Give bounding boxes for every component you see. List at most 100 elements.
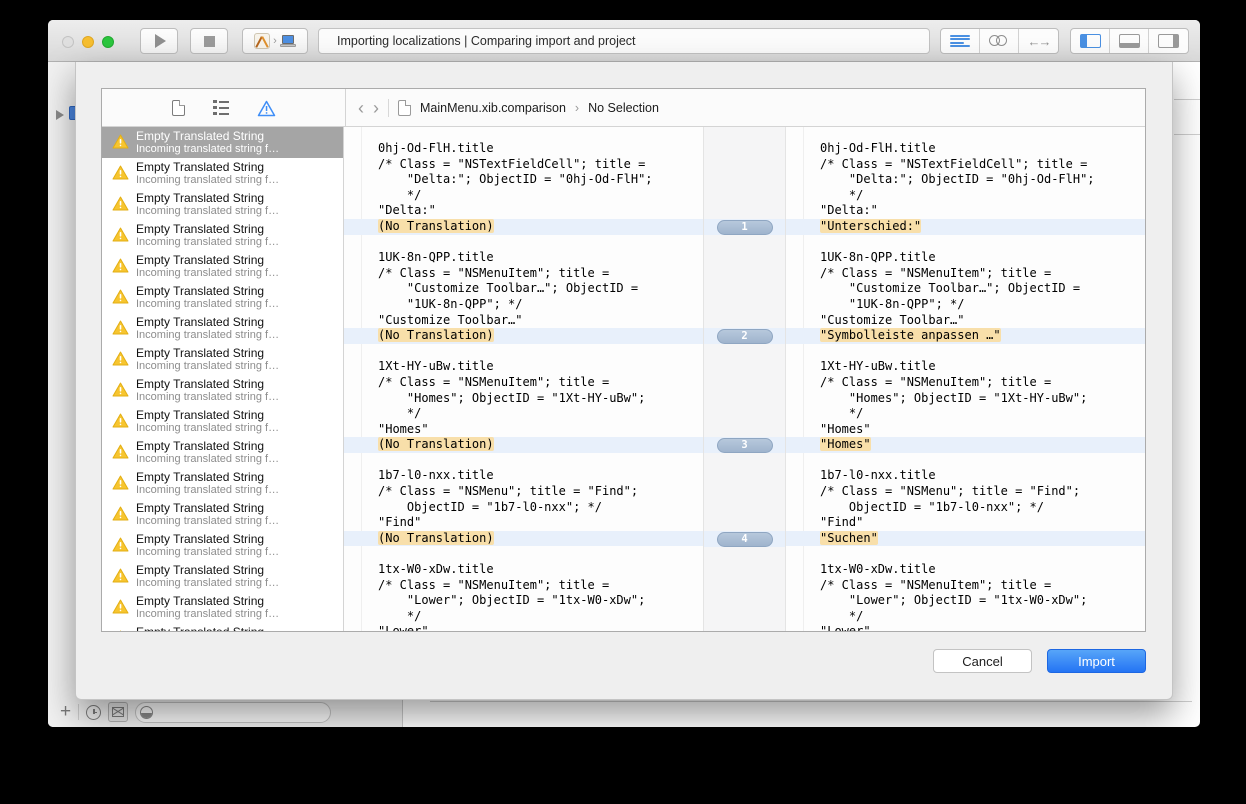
issue-list-item[interactable]: Empty Translated String Incoming transla…: [102, 282, 343, 313]
code-line-changed: (No Translation): [344, 328, 703, 344]
warning-icon: [112, 599, 129, 619]
issue-subtitle: Incoming translated string f…: [136, 453, 337, 466]
code-line: ObjectID = "1b7-l0-nxx"; */: [344, 500, 703, 516]
issue-list-item[interactable]: Empty Translated String Incoming transla…: [102, 220, 343, 251]
zoom-window-button[interactable]: [102, 36, 114, 48]
scheme-selector[interactable]: ›: [242, 28, 308, 54]
issues-list[interactable]: Empty Translated String Incoming transla…: [102, 127, 344, 631]
assistant-editor-button[interactable]: [980, 29, 1019, 53]
warning-icon: [112, 289, 129, 309]
issue-list-item[interactable]: Empty Translated String Incoming transla…: [102, 530, 343, 561]
xcode-window: › Importing localizations | Comparing im…: [48, 20, 1200, 727]
code-line: "Homes"; ObjectID = "1Xt-HY-uBw";: [344, 391, 703, 407]
diff-gutter: 1 2 3 4: [703, 127, 786, 631]
code-line: 1UK-8n-QPP.title: [344, 250, 703, 266]
issue-list-item[interactable]: Empty Translated String Incoming transla…: [102, 406, 343, 437]
code-line: "Lower": [344, 624, 703, 631]
code-line-changed: "Homes": [786, 437, 1145, 453]
issue-list-item[interactable]: Empty Translated String Incoming transla…: [102, 344, 343, 375]
code-line: */: [344, 406, 703, 422]
issue-list-item[interactable]: Empty Translated String Incoming transla…: [102, 251, 343, 282]
diff-badge[interactable]: 2: [717, 329, 773, 344]
import-button[interactable]: Import: [1047, 649, 1146, 673]
file-tab-icon: [172, 100, 185, 116]
code-line: */: [786, 406, 1145, 422]
minimize-window-button[interactable]: [82, 36, 94, 48]
jump-bar-file[interactable]: MainMenu.xib.comparison: [420, 101, 566, 115]
issue-title: Empty Translated String: [136, 160, 337, 174]
issue-list-item[interactable]: Empty Translated String Incoming transla…: [102, 127, 343, 158]
issue-title: Empty Translated String: [136, 284, 337, 298]
issue-list-item[interactable]: Empty Translated String Incoming transla…: [102, 592, 343, 623]
diff-badge[interactable]: 3: [717, 438, 773, 453]
issue-title: Empty Translated String: [136, 594, 337, 608]
warning-tab-icon: [257, 100, 275, 116]
version-editor-button[interactable]: ←→: [1019, 29, 1058, 53]
issue-title: Empty Translated String: [136, 191, 337, 205]
scope-filter-toggle[interactable]: [108, 702, 128, 722]
run-button[interactable]: [140, 28, 178, 54]
issue-subtitle: Incoming translated string f…: [136, 236, 337, 249]
issue-list-item[interactable]: Empty Translated String Incoming transla…: [102, 158, 343, 189]
stop-button[interactable]: [190, 28, 228, 54]
forward-button[interactable]: ›: [373, 99, 379, 117]
toggle-navigator-button[interactable]: [1071, 29, 1110, 53]
tab-list[interactable]: [213, 100, 230, 116]
tab-issues[interactable]: [257, 100, 275, 116]
issue-subtitle: Incoming translated string f…: [136, 484, 337, 497]
issue-list-item[interactable]: Empty Translated String Incoming transla…: [102, 561, 343, 592]
code-line: /* Class = "NSTextFieldCell"; title =: [344, 157, 703, 173]
close-window-button[interactable]: [62, 36, 74, 48]
assistant-editor-icon: [989, 35, 1009, 48]
project-pane[interactable]: 0hj-Od-FlH.title/* Class = "NSTextFieldC…: [786, 127, 1145, 631]
add-button[interactable]: +: [60, 705, 71, 719]
code-line: "Delta:"; ObjectID = "0hj-Od-FlH";: [344, 172, 703, 188]
code-line: 0hj-Od-FlH.title: [344, 141, 703, 157]
disclosure-triangle-icon[interactable]: [56, 110, 64, 120]
issue-list-item[interactable]: Empty Translated String Incoming transla…: [102, 189, 343, 220]
warning-icon: [112, 165, 129, 185]
issue-title: Empty Translated String: [136, 408, 337, 422]
issue-title: Empty Translated String: [136, 377, 337, 391]
code-line: 1b7-l0-nxx.title: [344, 468, 703, 484]
issue-subtitle: Incoming translated string f…: [136, 360, 337, 373]
cancel-button[interactable]: Cancel: [933, 649, 1032, 673]
scope-filter-icon: [112, 707, 124, 717]
issue-title: Empty Translated String: [136, 501, 337, 515]
filter-field[interactable]: [135, 702, 331, 723]
toggle-debug-area-button[interactable]: [1110, 29, 1149, 53]
warning-icon: [112, 196, 129, 216]
back-button[interactable]: ‹: [358, 99, 364, 117]
issue-title: Empty Translated String: [136, 129, 337, 143]
standard-editor-button[interactable]: [941, 29, 980, 53]
recent-filter-icon[interactable]: [86, 705, 101, 720]
issue-title: Empty Translated String: [136, 253, 337, 267]
code-line: "Lower": [786, 624, 1145, 631]
code-line: ObjectID = "1b7-l0-nxx"; */: [786, 500, 1145, 516]
comparison-body: Empty Translated String Incoming transla…: [102, 127, 1145, 631]
tab-file[interactable]: [172, 100, 185, 116]
code-line: /* Class = "NSMenuItem"; title =: [344, 375, 703, 391]
warning-icon: [112, 382, 129, 402]
issue-list-item[interactable]: Empty Translated String Incoming transla…: [102, 468, 343, 499]
debug-bar-divider: [430, 701, 1192, 702]
diff-badge[interactable]: 4: [717, 532, 773, 547]
code-line: */: [786, 188, 1145, 204]
play-icon: [155, 34, 166, 48]
issue-list-item[interactable]: Empty Translated String Incoming transla…: [102, 437, 343, 468]
jump-bar-selection[interactable]: No Selection: [588, 101, 659, 115]
navigator-filter-bar: +: [48, 697, 403, 727]
code-line: */: [344, 609, 703, 625]
issue-list-item[interactable]: Empty Translated String Incoming transla…: [102, 623, 343, 631]
app-scheme-icon: [254, 33, 270, 49]
issue-title: Empty Translated String: [136, 625, 337, 631]
import-pane[interactable]: 0hj-Od-FlH.title/* Class = "NSTextFieldC…: [344, 127, 703, 631]
editor-divider-line: [1174, 134, 1200, 135]
issue-list-item[interactable]: Empty Translated String Incoming transla…: [102, 313, 343, 344]
issue-subtitle: Incoming translated string f…: [136, 329, 337, 342]
diff-badge[interactable]: 1: [717, 220, 773, 235]
issue-list-item[interactable]: Empty Translated String Incoming transla…: [102, 375, 343, 406]
issue-list-item[interactable]: Empty Translated String Incoming transla…: [102, 499, 343, 530]
toggle-utilities-button[interactable]: [1149, 29, 1188, 53]
issue-title: Empty Translated String: [136, 470, 337, 484]
